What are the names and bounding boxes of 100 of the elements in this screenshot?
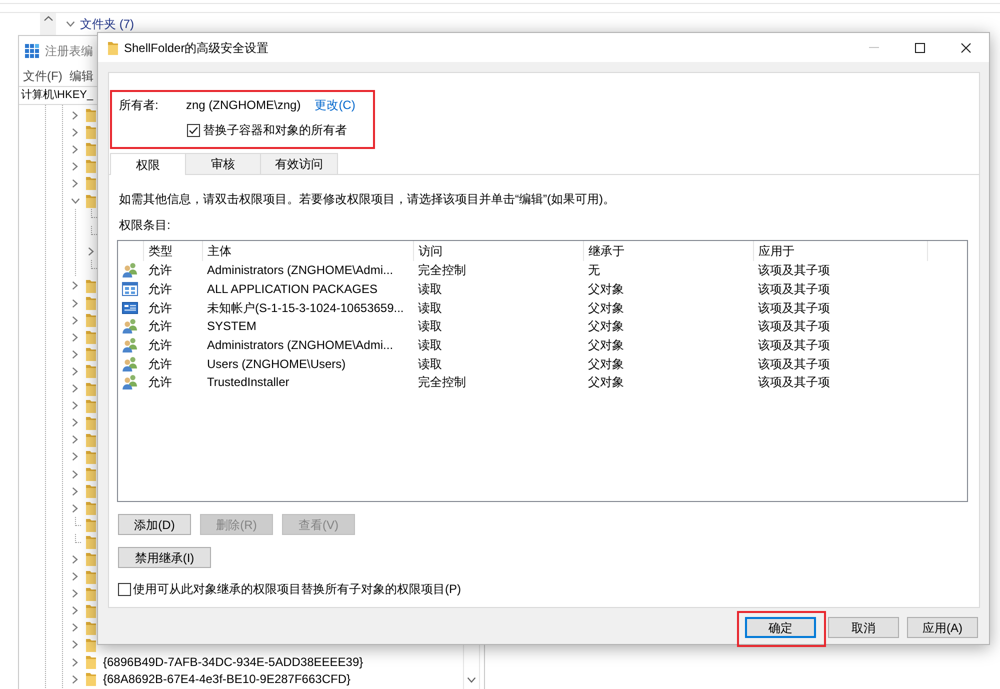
chevron-right-icon[interactable]	[72, 401, 78, 410]
folder-icon	[86, 296, 96, 310]
tree-item-label[interactable]: {6896B49D-7AFB-34DC-934E-5ADD38EEEE39}	[103, 654, 364, 670]
table-cell-text: 该项及其子项	[757, 318, 831, 336]
chevron-right-icon[interactable]	[72, 162, 78, 171]
owner-value: zng (ZNGHOME\zng)	[186, 97, 301, 113]
column-header[interactable]: 类型	[143, 241, 202, 261]
checkbox-label[interactable]: 替换子容器和对象的所有者	[203, 122, 347, 138]
folder-icon	[86, 604, 96, 618]
tab[interactable]: 审核	[185, 153, 261, 174]
chevron-right-icon[interactable]	[72, 435, 78, 444]
table-cell-text: 父对象	[587, 281, 625, 298]
chevron-right-icon[interactable]	[72, 623, 78, 632]
table-cell-text: 允许	[147, 337, 173, 354]
folder-icon	[86, 432, 96, 447]
checkbox[interactable]	[118, 582, 131, 596]
table-cell-text: 允许	[147, 318, 173, 336]
folder-icon	[86, 416, 96, 430]
table-cell-text: 该项及其子项	[757, 300, 831, 317]
registry-icon	[25, 44, 39, 58]
chevron-right-icon[interactable]	[72, 658, 78, 667]
chevron-right-icon[interactable]	[72, 332, 78, 342]
folder-icon	[86, 330, 96, 344]
maximize-icon[interactable]	[915, 42, 925, 52]
chevron-right-icon[interactable]	[72, 298, 78, 308]
dialog-button[interactable]: 确定	[745, 617, 816, 638]
close-icon[interactable]	[961, 42, 971, 52]
chevron-right-icon[interactable]	[72, 452, 78, 462]
scrollbar[interactable]	[40, 13, 56, 35]
column-header[interactable]: 继承于	[583, 241, 753, 261]
table-cell-text: 父对象	[587, 374, 625, 392]
folder-icon	[86, 620, 96, 635]
chevron-right-icon[interactable]	[88, 247, 94, 256]
folder-icon	[86, 586, 96, 601]
folder-icon	[86, 450, 96, 464]
folder-icon	[86, 313, 96, 328]
folder-icon	[86, 655, 96, 670]
menu-item[interactable]: 编辑	[69, 68, 94, 84]
window-list-icon	[122, 300, 138, 316]
table-cell: 该项及其子项	[753, 261, 927, 280]
chevron-right-icon[interactable]	[72, 350, 78, 359]
chevron-right-icon[interactable]	[72, 384, 78, 394]
chevron-right-icon[interactable]	[72, 110, 78, 120]
entry-button[interactable]: 添加(D)	[118, 514, 191, 535]
chevron-right-icon[interactable]	[72, 640, 78, 650]
table-cell-text: 父对象	[587, 337, 625, 354]
chevron-right-icon[interactable]	[72, 128, 78, 137]
chevron-right-icon[interactable]	[72, 554, 78, 564]
dialog-button[interactable]: 取消	[828, 617, 899, 638]
chevron-right-icon[interactable]	[72, 486, 78, 496]
window-title: ShellFolder的高级安全设置	[124, 40, 269, 56]
group-header[interactable]: 文件夹 (7)	[80, 17, 134, 31]
chevron-up-icon[interactable]	[44, 16, 52, 21]
chevron-right-icon[interactable]	[72, 572, 78, 582]
folder-icon	[86, 194, 96, 208]
menu-item[interactable]: 文件(F)	[23, 68, 62, 84]
column-header[interactable]: 主体	[202, 241, 413, 261]
chevron-right-icon[interactable]	[72, 606, 78, 616]
folder-icon	[108, 40, 118, 54]
tree-item-label[interactable]: {68A8692B-67E4-4e3f-BE10-9E287F663CFD}	[103, 671, 350, 688]
user-group-icon	[122, 318, 138, 334]
tab[interactable]: 有效访问	[260, 153, 338, 174]
chevron-down-icon[interactable]	[467, 677, 476, 683]
table-cell-text: 该项及其子项	[757, 356, 831, 373]
window-grid-icon	[122, 281, 138, 298]
chevron-down-icon[interactable]	[66, 21, 75, 27]
table-cell: 允许	[143, 261, 202, 280]
table-cell-text: TrustedInstaller	[206, 374, 290, 392]
chevron-right-icon[interactable]	[72, 316, 78, 325]
chevron-right-icon[interactable]	[72, 470, 78, 479]
chevron-right-icon[interactable]	[72, 178, 78, 188]
user-group-icon	[122, 374, 138, 390]
change-link[interactable]: 更改(C)	[314, 97, 356, 113]
field-label: 权限条目:	[119, 217, 172, 233]
table-cell-text: 允许	[147, 356, 173, 373]
chevron-right-icon[interactable]	[72, 589, 78, 598]
table-cell-text: 读取	[417, 300, 443, 317]
table-cell-text: 读取	[417, 356, 443, 373]
chevron-right-icon[interactable]	[72, 366, 78, 376]
folder-icon	[86, 364, 96, 378]
column-header[interactable]: 应用于	[753, 241, 927, 261]
checkbox-label[interactable]: 使用可从此对象继承的权限项目替换所有子对象的权限项目(P)	[133, 581, 461, 597]
checkbox[interactable]	[187, 124, 200, 136]
tab[interactable]: 权限	[110, 153, 186, 175]
inheritance-button[interactable]: 禁用继承(I)	[118, 547, 211, 568]
table-cell-text: 完全控制	[417, 374, 467, 392]
chevron-right-icon[interactable]	[72, 504, 78, 513]
table-cell-text: Users (ZNGHOME\Users)	[206, 356, 347, 373]
chevron-right-icon[interactable]	[72, 144, 78, 154]
chevron-right-icon[interactable]	[72, 674, 78, 684]
chevron-down-icon[interactable]	[70, 198, 80, 204]
table-cell-text: 父对象	[587, 356, 625, 373]
chevron-right-icon[interactable]	[72, 418, 78, 428]
chevron-right-icon[interactable]	[72, 281, 78, 290]
folder-icon	[86, 382, 96, 396]
folder-icon	[86, 176, 96, 190]
table-cell-text: 父对象	[587, 300, 625, 317]
table-cell-text: 该项及其子项	[757, 281, 831, 298]
dialog-button[interactable]: 应用(A)	[907, 617, 978, 638]
column-header[interactable]: 访问	[413, 241, 583, 261]
